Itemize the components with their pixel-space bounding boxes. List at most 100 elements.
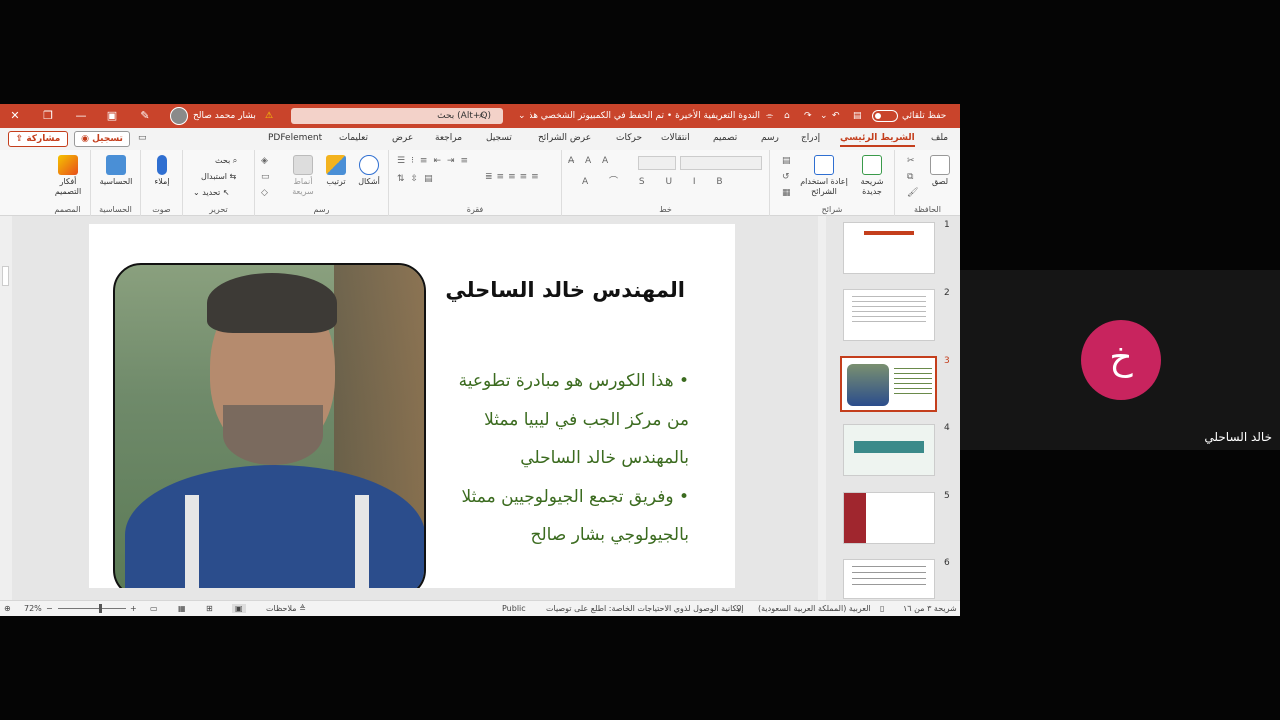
shape-fill-icon[interactable]: ◈ <box>261 156 268 166</box>
chevron-down-icon[interactable]: ⌄ <box>518 104 526 128</box>
section-icon[interactable]: ▦ <box>782 188 791 198</box>
reading-view-icon[interactable]: ▦ <box>178 604 186 613</box>
zoom-slider-thumb[interactable] <box>99 604 102 613</box>
accessibility-status[interactable]: إمكانية الوصول لذوي الاحتياجات الخاصة: ا… <box>546 604 743 613</box>
tab-review[interactable]: مراجعة <box>435 133 462 143</box>
slide-sorter-icon[interactable]: ⊞ <box>206 604 213 613</box>
normal-view-icon[interactable]: ▣ <box>232 604 246 613</box>
tab-home[interactable]: الشريط الرئيسي <box>840 133 915 147</box>
close-window-button[interactable]: ✕ <box>0 104 30 128</box>
shape-effects-icon[interactable]: ◇ <box>261 188 268 198</box>
scrollbar-thumb[interactable] <box>2 266 9 286</box>
autosave-toggle[interactable] <box>872 110 898 122</box>
thumbnails-scrollbar[interactable] <box>818 216 826 600</box>
group-drawing-label: رسم <box>313 205 330 214</box>
undo-icon[interactable]: ↶ <box>832 104 840 128</box>
list-bullets-icon[interactable]: ☰⁝≡⇤⇥≡ <box>397 156 474 166</box>
slide-scrollbar[interactable] <box>0 216 12 600</box>
tab-view[interactable]: عرض <box>392 133 413 143</box>
language-status[interactable]: العربية (المملكة العربية السعودية) <box>758 604 871 613</box>
layout-icon[interactable]: ▤ <box>782 156 791 166</box>
thumbnail-number: 5 <box>944 491 950 501</box>
tab-record[interactable]: تسجيل <box>486 133 512 143</box>
shapes-label: أشكال <box>358 177 380 186</box>
tab-transitions[interactable]: انتقالات <box>661 133 690 143</box>
zoom-level[interactable]: 72% <box>24 604 42 613</box>
select-button[interactable]: ⌄ تحديد ↖ <box>193 188 230 198</box>
presenter-photo[interactable] <box>113 263 426 588</box>
design-ideas-button[interactable]: أفكار التصميم <box>49 155 87 197</box>
tab-animations[interactable]: حركات <box>616 133 642 143</box>
notes-button[interactable]: ملاحظات ≜ <box>266 604 306 613</box>
fit-slide-icon[interactable]: ⊕ <box>4 604 11 613</box>
redo-icon[interactable]: ↷ <box>804 104 812 128</box>
ribbon-display-options-icon[interactable]: ▣ <box>97 104 127 128</box>
slide-thumbnail-2[interactable] <box>843 289 935 341</box>
zoom-slider[interactable] <box>58 608 126 609</box>
notes-label: ملاحظات <box>266 604 297 613</box>
zoom-out-icon[interactable]: − <box>46 604 53 613</box>
share-button[interactable]: ⇪ مشاركة <box>8 131 68 147</box>
slide-thumbnail-5[interactable] <box>843 492 935 544</box>
align-text-icon[interactable]: ≣≡≡≡≡ <box>485 172 543 182</box>
dictate-button[interactable]: إملاء <box>143 155 181 187</box>
slide-canvas[interactable]: المهندس خالد الساحلي • هذا الكورس هو مبا… <box>89 224 735 588</box>
slide-count: شريحة ٣ من ١٦ <box>903 604 957 613</box>
paste-button[interactable]: لصق <box>925 155 955 187</box>
quick-styles-button[interactable]: أنماط سريعة <box>289 155 317 197</box>
restore-window-button[interactable]: ❐ <box>33 104 63 128</box>
font-size-select[interactable] <box>638 156 676 170</box>
customize-toolbar-icon[interactable]: ⌯ <box>766 104 773 128</box>
find-button[interactable]: بحث ⌕ <box>215 156 237 166</box>
avatar[interactable] <box>170 107 188 125</box>
font-name-select[interactable] <box>680 156 762 170</box>
slide-thumbnail-1[interactable] <box>843 222 935 274</box>
group-sensitivity: الحساسية الحساسية <box>90 150 140 216</box>
presenter-view-icon[interactable]: ▭ <box>150 604 158 613</box>
tab-insert[interactable]: إدراج <box>801 133 820 143</box>
tab-design[interactable]: تصميم <box>713 133 737 143</box>
spelling-icon[interactable]: ▯ <box>880 604 884 613</box>
undo-dropdown-icon[interactable]: ⌄ <box>820 104 828 128</box>
reset-icon[interactable]: ↺ <box>782 172 790 182</box>
text-direction-icon[interactable]: ⇅⇳▤ <box>397 174 439 184</box>
present-icon[interactable]: ⌂ <box>784 104 790 128</box>
comments-icon[interactable]: ▭ <box>138 133 147 143</box>
save-icon[interactable]: ▤ <box>853 104 862 128</box>
thumb-text-lines <box>894 368 932 398</box>
group-voice-label: صوت <box>152 205 171 214</box>
participant-tile[interactable]: خ خالد الساحلي <box>960 270 1280 450</box>
search-input[interactable]: بحث (Alt+Q) ⌕ <box>291 108 503 124</box>
cut-icon[interactable]: ✂ <box>907 156 915 166</box>
shapes-button[interactable]: أشكال <box>353 155 385 187</box>
new-slide-button[interactable]: شريحة جديدة <box>854 155 890 197</box>
find-icon: ⌕ <box>232 156 238 165</box>
zoom-in-icon[interactable]: + <box>130 604 137 613</box>
shape-outline-icon[interactable]: ▭ <box>261 172 270 182</box>
slide-thumbnail-3[interactable] <box>840 356 937 412</box>
format-painter-icon[interactable]: 🖌 <box>907 188 918 198</box>
replace-button[interactable]: استبدال ⇆ <box>201 172 236 182</box>
tab-file[interactable]: ملف <box>931 133 948 143</box>
arrange-button[interactable]: ترتيب <box>321 155 351 187</box>
sensitivity-button[interactable]: الحساسية <box>93 155 139 187</box>
tab-help[interactable]: تعليمات <box>339 133 368 143</box>
tab-slideshow[interactable]: عرض الشرائح <box>538 133 591 143</box>
sensitivity-status[interactable]: Public <box>502 604 526 613</box>
slide-title[interactable]: المهندس خالد الساحلي <box>429 278 685 302</box>
font-style-icons[interactable]: A ⌒ S U I B <box>582 174 732 187</box>
find-label: بحث <box>215 156 231 165</box>
copy-icon[interactable]: ⧉ <box>907 172 913 182</box>
warning-icon[interactable]: ⚠ <box>265 104 273 128</box>
tab-pdfelement[interactable]: PDFelement <box>268 133 322 143</box>
pen-icon[interactable]: ✎ <box>130 104 160 128</box>
record-button[interactable]: ◉ تسجيل <box>74 131 130 147</box>
minimize-window-button[interactable]: — <box>66 104 96 128</box>
tab-draw[interactable]: رسم <box>761 133 779 143</box>
reuse-slides-button[interactable]: إعادة استخدام الشرائح <box>798 155 850 197</box>
document-title[interactable]: الندوة التعريفية الأخيرة • تم الحفظ في ا… <box>530 104 760 128</box>
font-size-icons[interactable]: A̶ A A <box>568 156 612 166</box>
slide-thumbnail-4[interactable] <box>843 424 935 476</box>
slide-bullets[interactable]: • هذا الكورس هو مبادرة تطوعية من مركز ال… <box>439 362 689 555</box>
slide-thumbnail-6[interactable] <box>843 559 935 599</box>
